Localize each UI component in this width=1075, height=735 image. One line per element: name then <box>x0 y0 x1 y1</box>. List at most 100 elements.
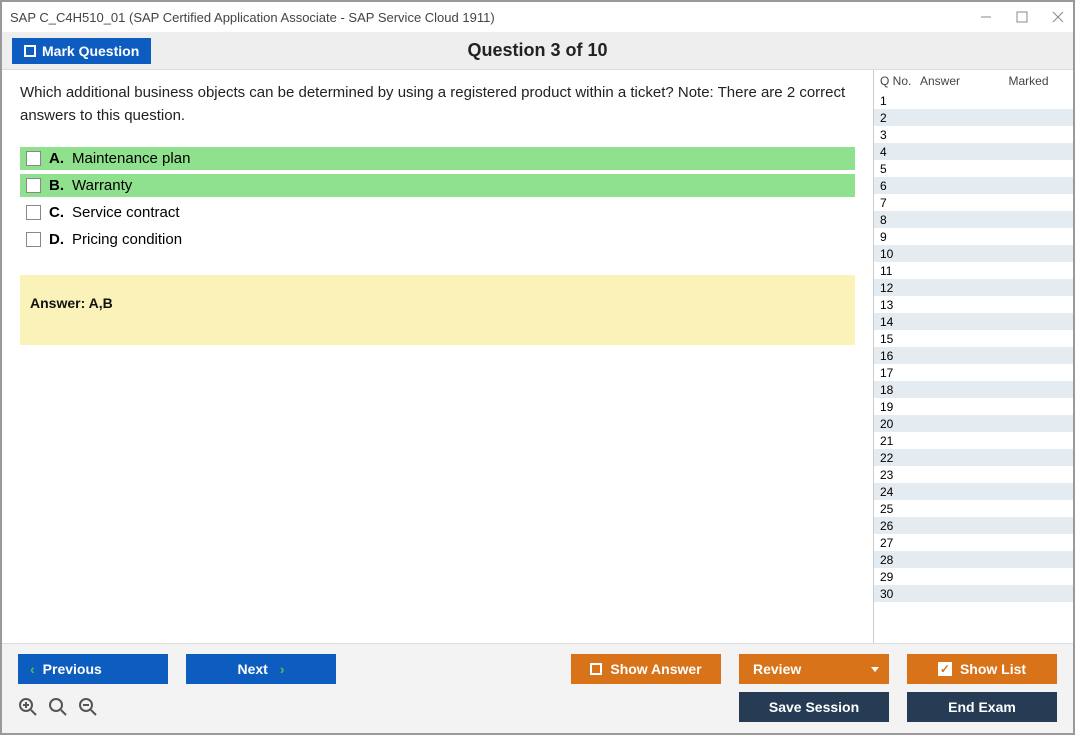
list-item[interactable]: 3 <box>874 126 1073 143</box>
list-item[interactable]: 7 <box>874 194 1073 211</box>
list-item[interactable]: 28 <box>874 551 1073 568</box>
mark-question-button[interactable]: Mark Question <box>12 38 151 64</box>
list-item[interactable]: 16 <box>874 347 1073 364</box>
previous-label: Previous <box>43 661 102 677</box>
col-marked: Marked <box>990 74 1067 88</box>
answer-box: Answer: A,B <box>20 275 855 345</box>
previous-button[interactable]: ‹ Previous <box>18 654 168 684</box>
review-label: Review <box>753 661 801 677</box>
list-item[interactable]: 1 <box>874 92 1073 109</box>
question-counter: Question 3 of 10 <box>467 40 607 61</box>
list-item[interactable]: 5 <box>874 160 1073 177</box>
sidebar-rows[interactable]: 1234567891011121314151617181920212223242… <box>874 92 1073 643</box>
row-number: 30 <box>880 587 920 601</box>
row-number: 11 <box>880 264 920 278</box>
checkbox-icon[interactable] <box>26 178 41 193</box>
question-text: Which additional business objects can be… <box>20 82 855 127</box>
checkbox-icon <box>590 663 602 675</box>
minimize-icon[interactable] <box>979 10 993 24</box>
col-answer: Answer <box>920 74 990 88</box>
choice-text: Pricing condition <box>72 231 182 248</box>
list-item[interactable]: 9 <box>874 228 1073 245</box>
save-session-button[interactable]: Save Session <box>739 692 889 722</box>
show-list-label: Show List <box>960 661 1026 677</box>
row-number: 25 <box>880 502 920 516</box>
check-icon: ✓ <box>938 662 952 676</box>
row-number: 13 <box>880 298 920 312</box>
checkbox-icon <box>24 45 36 57</box>
chevron-left-icon: ‹ <box>30 661 35 677</box>
save-session-label: Save Session <box>769 699 859 715</box>
list-item[interactable]: 15 <box>874 330 1073 347</box>
list-item[interactable]: 2 <box>874 109 1073 126</box>
end-exam-label: End Exam <box>948 699 1016 715</box>
row-number: 20 <box>880 417 920 431</box>
row-number: 22 <box>880 451 920 465</box>
row-number: 28 <box>880 553 920 567</box>
row-number: 24 <box>880 485 920 499</box>
zoom-reset-icon[interactable] <box>48 697 68 717</box>
window-titlebar: SAP C_C4H510_01 (SAP Certified Applicati… <box>2 2 1073 32</box>
question-panel: Which additional business objects can be… <box>2 70 873 643</box>
choice-row[interactable]: A.Maintenance plan <box>20 147 855 170</box>
row-number: 2 <box>880 111 920 125</box>
mark-question-label: Mark Question <box>42 43 139 59</box>
choice-letter: C. <box>49 204 64 221</box>
list-item[interactable]: 24 <box>874 483 1073 500</box>
choice-text: Service contract <box>72 204 180 221</box>
end-exam-button[interactable]: End Exam <box>907 692 1057 722</box>
row-number: 12 <box>880 281 920 295</box>
checkbox-icon[interactable] <box>26 232 41 247</box>
close-icon[interactable] <box>1051 10 1065 24</box>
row-number: 5 <box>880 162 920 176</box>
list-item[interactable]: 22 <box>874 449 1073 466</box>
list-item[interactable]: 14 <box>874 313 1073 330</box>
choice-row[interactable]: C. Service contract <box>20 201 855 224</box>
next-button[interactable]: Next › <box>186 654 336 684</box>
list-item[interactable]: 6 <box>874 177 1073 194</box>
zoom-in-icon[interactable] <box>18 697 38 717</box>
show-answer-button[interactable]: Show Answer <box>571 654 721 684</box>
choice-letter: B. <box>49 177 64 194</box>
zoom-out-icon[interactable] <box>78 697 98 717</box>
choice-row[interactable]: B. Warranty <box>20 174 855 197</box>
row-number: 6 <box>880 179 920 193</box>
sidebar-header: Q No. Answer Marked <box>874 70 1073 92</box>
row-number: 23 <box>880 468 920 482</box>
list-item[interactable]: 29 <box>874 568 1073 585</box>
row-number: 21 <box>880 434 920 448</box>
row-number: 19 <box>880 400 920 414</box>
maximize-icon[interactable] <box>1015 10 1029 24</box>
row-number: 10 <box>880 247 920 261</box>
show-list-button[interactable]: ✓ Show List <box>907 654 1057 684</box>
list-item[interactable]: 19 <box>874 398 1073 415</box>
row-number: 8 <box>880 213 920 227</box>
choices-list: A.Maintenance plan B. Warranty C. Service co… <box>20 147 855 251</box>
list-item[interactable]: 11 <box>874 262 1073 279</box>
col-qno: Q No. <box>880 74 920 88</box>
list-item[interactable]: 21 <box>874 432 1073 449</box>
row-number: 16 <box>880 349 920 363</box>
review-dropdown[interactable]: Review <box>739 654 889 684</box>
choice-text: Warranty <box>72 177 132 194</box>
row-number: 18 <box>880 383 920 397</box>
list-item[interactable]: 17 <box>874 364 1073 381</box>
list-item[interactable]: 4 <box>874 143 1073 160</box>
list-item[interactable]: 27 <box>874 534 1073 551</box>
row-number: 17 <box>880 366 920 380</box>
list-item[interactable]: 30 <box>874 585 1073 602</box>
choice-row[interactable]: D.Pricing condition <box>20 228 855 251</box>
next-label: Next <box>237 661 267 677</box>
list-item[interactable]: 12 <box>874 279 1073 296</box>
list-item[interactable]: 20 <box>874 415 1073 432</box>
list-item[interactable]: 8 <box>874 211 1073 228</box>
list-item[interactable]: 13 <box>874 296 1073 313</box>
list-item[interactable]: 23 <box>874 466 1073 483</box>
checkbox-icon[interactable] <box>26 205 41 220</box>
row-number: 4 <box>880 145 920 159</box>
list-item[interactable]: 26 <box>874 517 1073 534</box>
list-item[interactable]: 25 <box>874 500 1073 517</box>
checkbox-icon[interactable] <box>26 151 41 166</box>
list-item[interactable]: 18 <box>874 381 1073 398</box>
list-item[interactable]: 10 <box>874 245 1073 262</box>
